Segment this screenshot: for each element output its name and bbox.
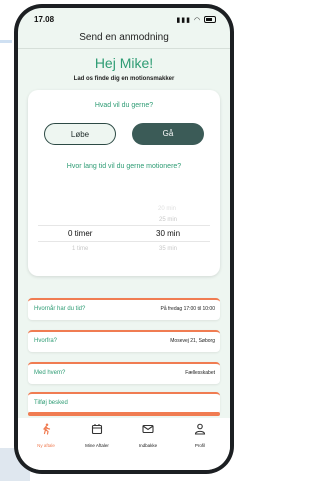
tab-label: Ny aftale bbox=[37, 443, 55, 448]
minutes-selected[interactable]: 30 min bbox=[156, 229, 180, 238]
tab-label: Profil bbox=[194, 443, 206, 448]
message-row[interactable]: Tilføj besked bbox=[28, 392, 220, 414]
time-row-value: På fredag 17:00 til 10:00 bbox=[160, 306, 216, 312]
app-screen: 17.08 ▮▮▮ ◠ Send en anmodning Hej Mike! … bbox=[18, 8, 230, 470]
status-bar: 17.08 ▮▮▮ ◠ bbox=[18, 8, 230, 30]
person-icon bbox=[194, 423, 206, 435]
tab-new-appointment[interactable]: Ny aftale bbox=[21, 422, 71, 448]
location-row-value: Mosevej 21, Søborg bbox=[170, 338, 215, 344]
company-row[interactable]: Med hvem? Fællesskabet bbox=[28, 362, 220, 384]
status-icons: ▮▮▮ ◠ bbox=[176, 15, 216, 24]
duration-question: Hvor lang tid vil du gerne motionere? bbox=[66, 163, 182, 170]
mail-icon bbox=[142, 424, 154, 434]
hours-option[interactable]: 1 time bbox=[72, 246, 88, 252]
picker-selection-line bbox=[38, 225, 210, 226]
time-row[interactable]: Hvornår har du tid? På fredag 17:00 til … bbox=[28, 298, 220, 320]
runner-icon bbox=[42, 423, 51, 435]
greeting: Hej Mike! bbox=[94, 55, 154, 71]
tab-label: Mine Aftaler bbox=[85, 443, 109, 448]
background-accent bbox=[0, 40, 12, 43]
submit-button[interactable] bbox=[28, 412, 220, 416]
tab-inbox[interactable]: Indbakke bbox=[123, 422, 173, 448]
minutes-option[interactable]: 35 min bbox=[159, 246, 177, 252]
header-divider bbox=[18, 48, 230, 49]
time-row-label: Hvornår har du tid? bbox=[34, 306, 86, 312]
tab-profile[interactable]: Profil bbox=[175, 422, 225, 448]
calendar-icon bbox=[91, 424, 103, 435]
tab-label: Indbakke bbox=[138, 443, 158, 448]
walk-button[interactable]: Gå bbox=[132, 123, 204, 145]
message-row-label: Tilføj besked bbox=[34, 400, 68, 406]
signal-icon: ▮▮▮ bbox=[176, 17, 191, 24]
status-time: 17.08 bbox=[34, 15, 55, 24]
phone-frame: 17.08 ▮▮▮ ◠ Send en anmodning Hej Mike! … bbox=[14, 4, 234, 474]
company-row-label: Med hvem? bbox=[34, 370, 66, 376]
subtitle: Lad os finde dig en motionsmakker bbox=[73, 76, 175, 82]
location-row[interactable]: Hvorfra? Mosevej 21, Søborg bbox=[28, 330, 220, 352]
request-card: Hvad vil du gerne? Løbe Gå Hvor lang tid… bbox=[28, 90, 220, 276]
page-title: Send en anmodning bbox=[79, 32, 169, 43]
wifi-icon: ◠ bbox=[193, 17, 202, 24]
battery-icon bbox=[204, 16, 216, 23]
company-row-value: Fællesskabet bbox=[185, 370, 215, 376]
minutes-option[interactable]: 20 min bbox=[158, 206, 176, 212]
run-button[interactable]: Løbe bbox=[44, 123, 116, 145]
minutes-option[interactable]: 25 min bbox=[159, 217, 177, 223]
tab-bar: Ny aftale Mine Aftaler Indbakke Profil bbox=[18, 418, 230, 470]
tab-my-appointments[interactable]: Mine Aftaler bbox=[72, 422, 122, 448]
hours-selected[interactable]: 0 timer bbox=[68, 229, 92, 238]
location-row-label: Hvorfra? bbox=[34, 338, 58, 344]
activity-question: Hvad vil du gerne? bbox=[94, 102, 154, 109]
picker-selection-line bbox=[38, 241, 210, 242]
